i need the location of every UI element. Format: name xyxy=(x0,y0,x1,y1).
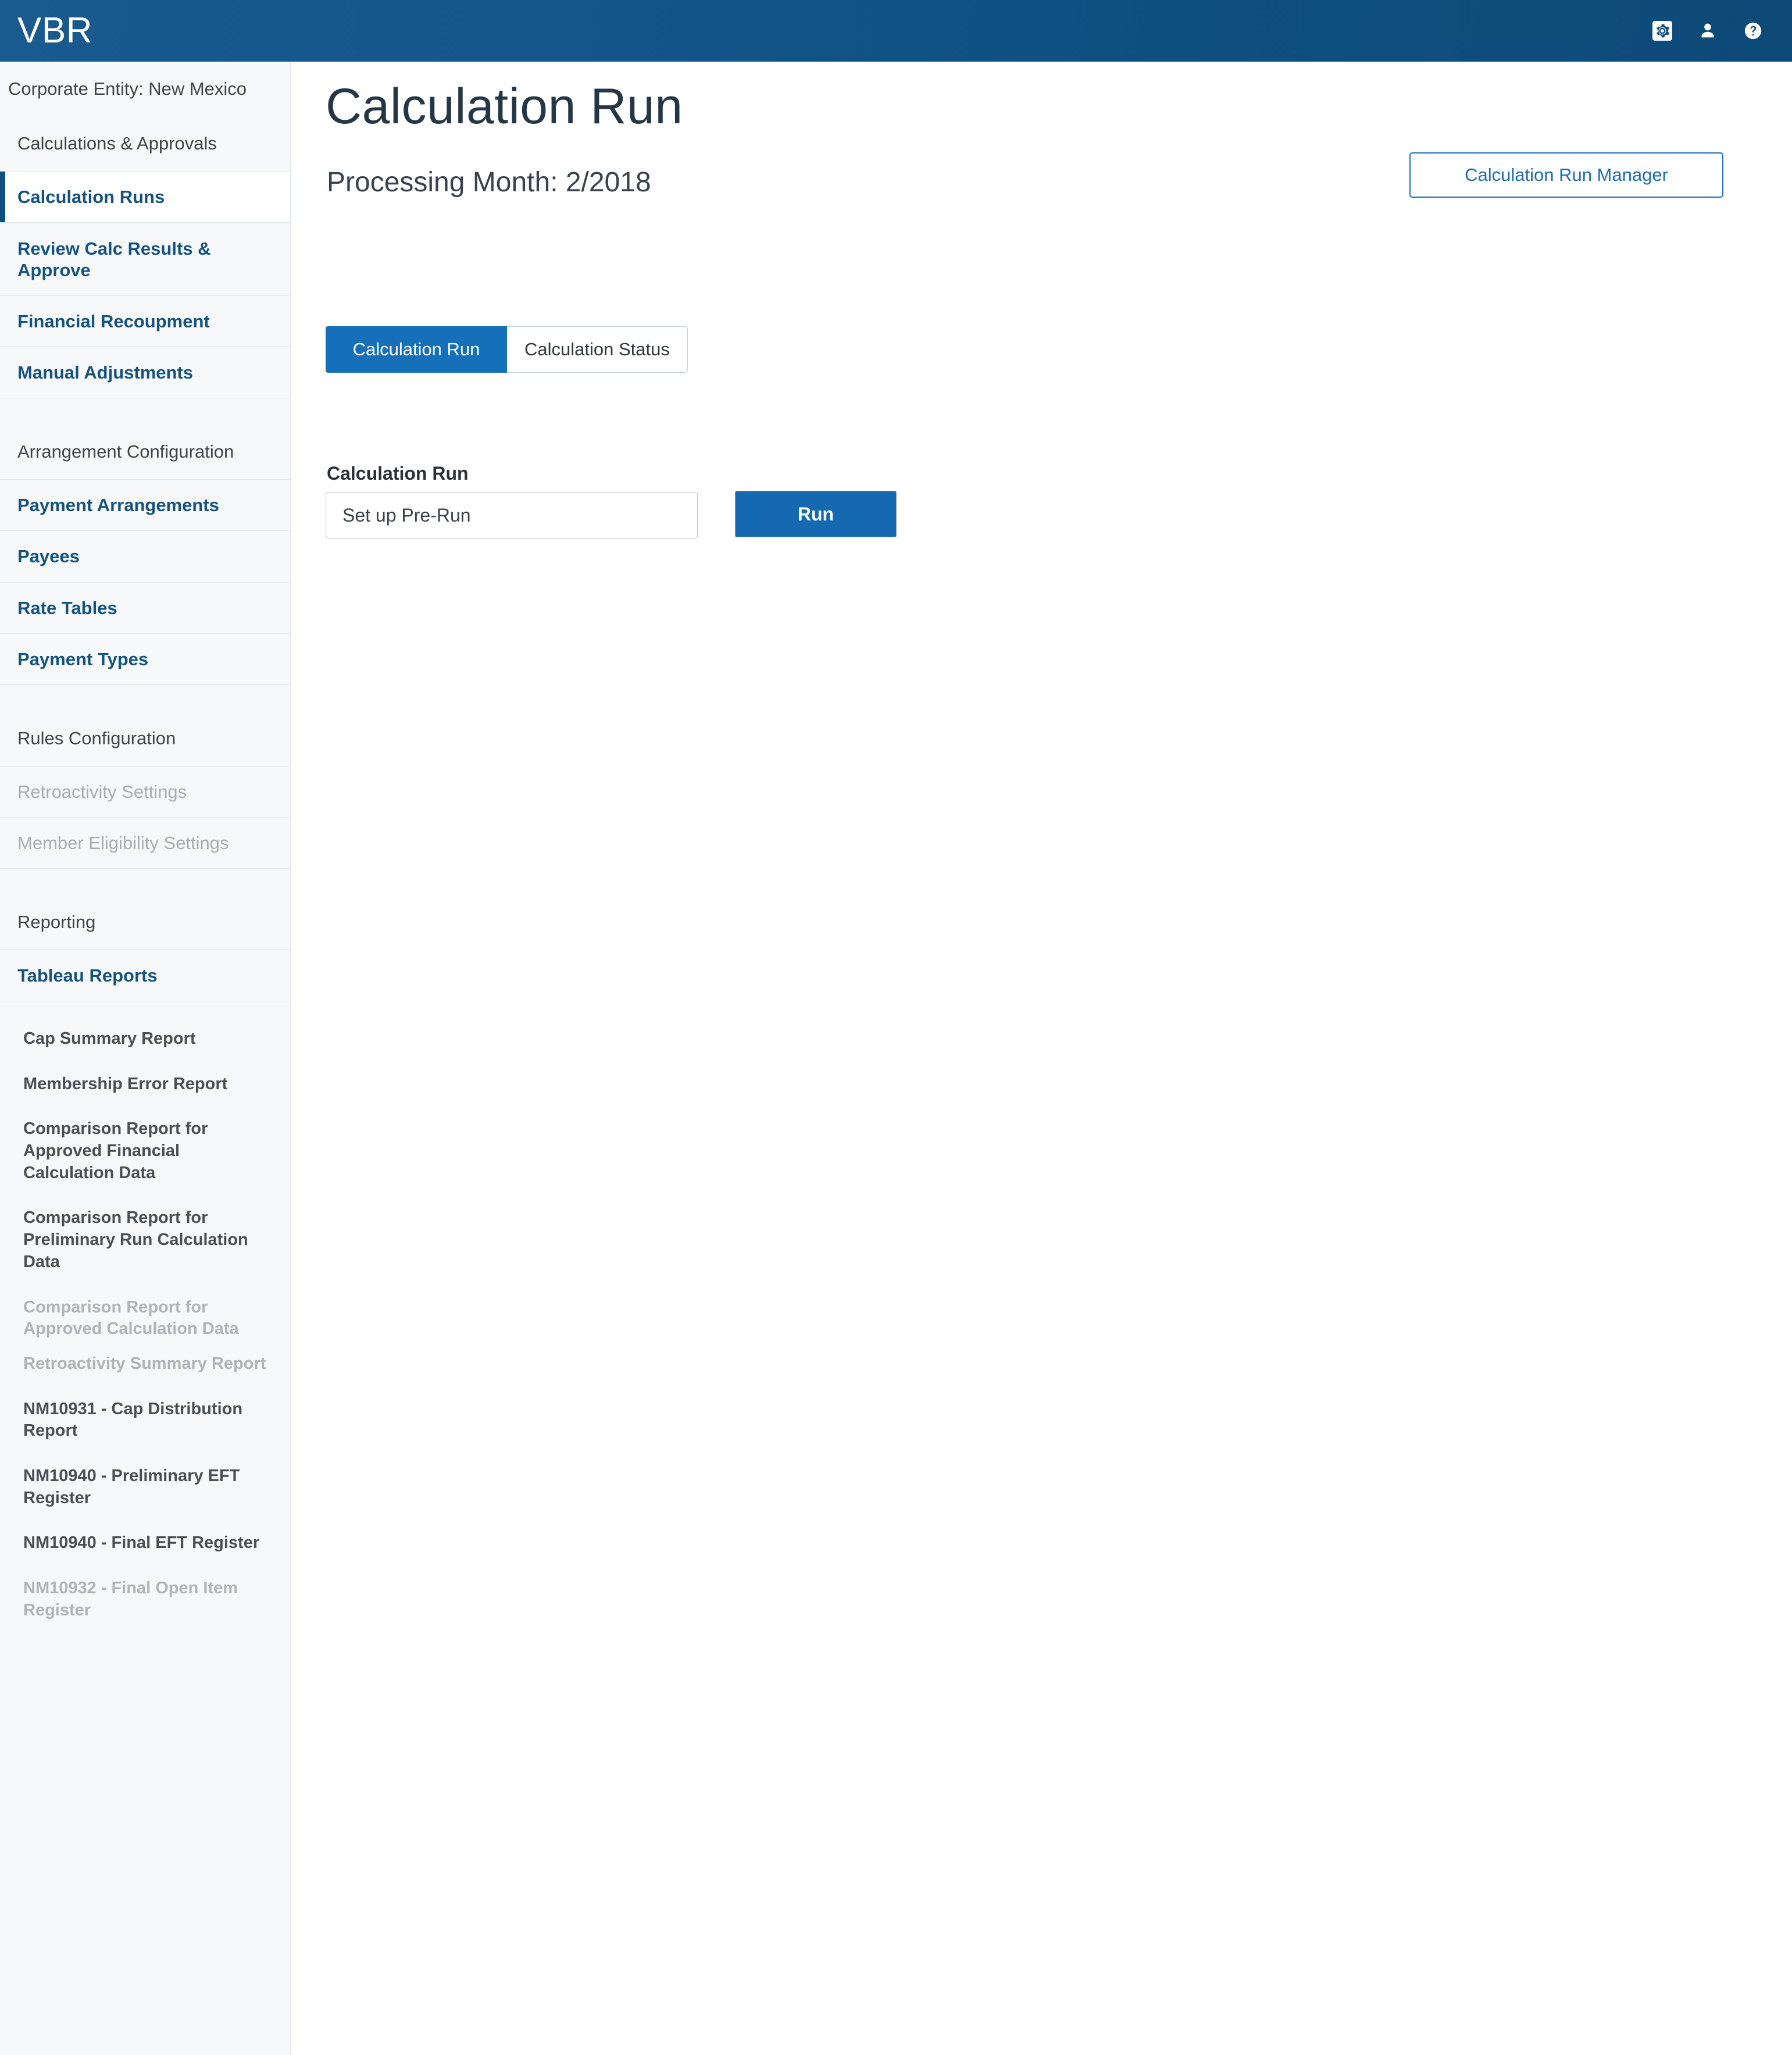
sidebar-nav: Corporate Entity: New Mexico Calculation… xyxy=(0,62,291,2055)
sidebar-item-retroactivity-settings: Retroactivity Settings xyxy=(0,765,290,817)
sidebar-item-financial-recoupment[interactable]: Financial Recoupment xyxy=(0,295,290,347)
sidebar-item-tableau-reports[interactable]: Tableau Reports xyxy=(0,949,290,1001)
report-item-comparison-approved-calculation: Comparison Report for Approved Calculati… xyxy=(23,1297,239,1339)
sidebar-group-arrangement-configuration: Arrangement Configuration xyxy=(17,441,234,462)
report-item-retroactivity-summary: Retroactivity Summary Report xyxy=(23,1354,266,1373)
sidebar-item-manual-adjustments[interactable]: Manual Adjustments xyxy=(0,347,290,398)
sidebar-divider-2 xyxy=(0,684,290,711)
calculation-run-form-label: Calculation Run xyxy=(327,463,469,484)
report-item-cap-summary[interactable]: Cap Summary Report xyxy=(0,1028,290,1050)
header-icon-group xyxy=(1652,0,1763,62)
sidebar-item-calculation-runs[interactable]: Calculation Runs xyxy=(0,170,290,223)
sidebar-divider-1 xyxy=(0,398,290,424)
sidebar-group-rules-configuration: Rules Configuration xyxy=(17,727,176,748)
page-title: Calculation Run xyxy=(326,79,683,134)
tab-calculation-run[interactable]: Calculation Run xyxy=(326,326,507,373)
run-button[interactable]: Run xyxy=(735,491,897,537)
report-item-membership-error[interactable]: Membership Error Report xyxy=(0,1073,290,1096)
app-header: VBR xyxy=(0,0,1792,62)
report-item-comparison-preliminary-run[interactable]: Comparison Report for Preliminary Run Ca… xyxy=(0,1207,290,1273)
sidebar-tableau-report-list: Cap Summary Report Membership Error Repo… xyxy=(0,1001,290,1621)
app-brand-logo: VBR xyxy=(17,10,92,51)
report-item-nm10940-final-eft[interactable]: NM10940 - Final EFT Register xyxy=(0,1532,290,1554)
sidebar-item-payment-arrangements[interactable]: Payment Arrangements xyxy=(0,479,290,530)
user-person-icon[interactable] xyxy=(1698,21,1718,41)
report-item-nm10932-final-open-item: NM10932 - Final Open Item Register xyxy=(23,1579,238,1619)
main-content: Calculation Run Processing Month: 2/2018… xyxy=(291,62,1792,2055)
sidebar-item-member-eligibility-settings: Member Eligibility Settings xyxy=(0,816,290,868)
sidebar-group-calculations-approvals: Calculations & Approvals xyxy=(17,133,217,154)
report-item-nm10931-cap-distribution[interactable]: NM10931 - Cap Distribution Report xyxy=(0,1398,290,1442)
calculation-run-select[interactable]: Set up Pre-Run xyxy=(326,492,698,538)
report-item-nm10940-preliminary-eft[interactable]: NM10940 - Preliminary EFT Register xyxy=(0,1465,290,1509)
sidebar-group-reporting: Reporting xyxy=(17,912,96,933)
help-question-icon[interactable] xyxy=(1743,21,1763,41)
sidebar-item-rate-tables[interactable]: Rate Tables xyxy=(0,581,290,633)
calculation-run-manager-button[interactable]: Calculation Run Manager xyxy=(1409,152,1723,198)
report-item-comparison-approved-financial[interactable]: Comparison Report for Approved Financial… xyxy=(0,1118,290,1184)
tab-bar: Calculation Run Calculation Status xyxy=(326,326,688,373)
settings-gear-icon[interactable] xyxy=(1652,21,1672,41)
processing-month-label: Processing Month: 2/2018 xyxy=(327,167,651,198)
sidebar-item-review-calc-results-approve[interactable]: Review Calc Results & Approve xyxy=(0,222,290,295)
sidebar-corporate-entity-header: Corporate Entity: New Mexico xyxy=(8,79,247,99)
sidebar-item-payment-types[interactable]: Payment Types xyxy=(0,633,290,684)
sidebar-divider-3 xyxy=(0,868,290,895)
sidebar-item-payees[interactable]: Payees xyxy=(0,530,290,581)
tab-calculation-status[interactable]: Calculation Status xyxy=(507,326,688,373)
